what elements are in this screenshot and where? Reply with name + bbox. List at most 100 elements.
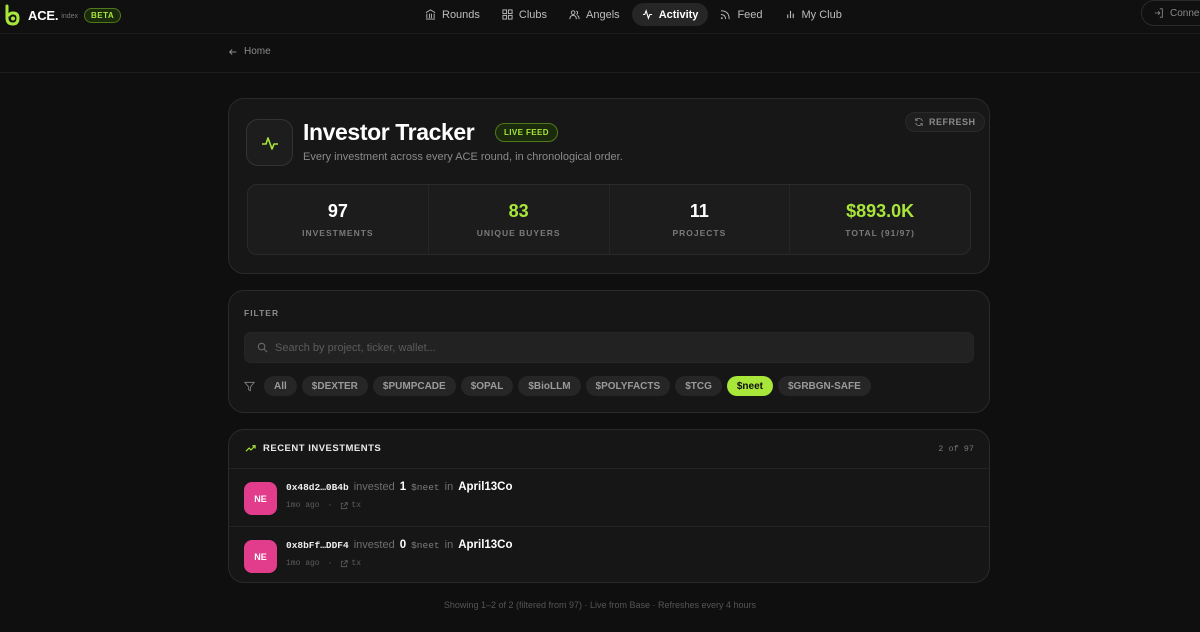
stat-label: TOTAL (91/97): [845, 228, 915, 238]
connect-button[interactable]: Connect: [1141, 0, 1200, 26]
users-icon: [569, 10, 580, 20]
stat-investments: 97 INVESTMENTS: [248, 185, 429, 254]
chip-opal[interactable]: $OPAL: [460, 376, 514, 396]
tx-label: tx: [351, 559, 362, 568]
verb-text: invested: [353, 539, 395, 551]
timestamp: 1mo ago: [286, 559, 320, 568]
recent-header: RECENT INVESTMENTS: [245, 443, 381, 454]
chip-tcg[interactable]: $TCG: [675, 376, 722, 396]
amount: 0: [399, 539, 407, 551]
wallet-link[interactable]: 0x8bFf…DDF4: [286, 540, 349, 551]
amount: 1: [399, 481, 407, 493]
refresh-label: REFRESH: [929, 117, 976, 127]
recent-investments-card: RECENT INVESTMENTS 2 of 97 NE 0x48d2…0B4…: [228, 429, 990, 583]
stat-unique-buyers: 83 UNIQUE BUYERS: [429, 185, 610, 254]
stat-value: 11: [689, 201, 709, 221]
chip-biollm[interactable]: $BioLLM: [518, 376, 581, 396]
login-icon: [1154, 8, 1163, 18]
ace-logo-icon: [4, 4, 20, 26]
investment-row: NE 0x8bFf…DDF4 invested 0 $neet in April…: [229, 526, 989, 582]
timestamp: 1mo ago: [286, 501, 320, 510]
ticker: $neet: [411, 482, 440, 493]
rss-icon: [721, 10, 731, 20]
tx-link[interactable]: tx: [340, 501, 361, 510]
brand-sub: index: [61, 13, 78, 20]
search-input[interactable]: [275, 341, 955, 354]
in-text: in: [444, 481, 454, 493]
avatar: NE: [244, 540, 277, 573]
trending-up-icon: [245, 445, 256, 452]
stat-label: PROJECTS: [672, 228, 727, 238]
filter-chips: All $DEXTER $PUMPCADE $OPAL $BioLLM $POL…: [244, 376, 871, 396]
nav-item-label: Clubs: [518, 8, 548, 21]
top-nav: ACE. index BETA Rounds Clubs Angels Acti…: [0, 0, 1200, 34]
investment-summary: 0x48d2…0B4b invested 1 $neet in April13C…: [286, 481, 513, 493]
filter-icon: [244, 381, 255, 391]
stat-projects: 11 PROJECTS: [610, 185, 791, 254]
refresh-icon: [915, 118, 923, 126]
project-link[interactable]: April13Co: [458, 539, 512, 551]
investment-meta: 1mo ago · tx: [286, 501, 361, 510]
chip-neet[interactable]: $neet: [726, 376, 773, 396]
search-icon: [257, 342, 268, 353]
chip-polyfacts[interactable]: $POLYFACTS: [585, 376, 671, 396]
brand[interactable]: ACE. index BETA: [4, 4, 122, 26]
nav-item-my-club[interactable]: My Club: [775, 3, 852, 26]
connect-label: Connect: [1170, 7, 1200, 19]
arrow-left-icon: [228, 48, 237, 55]
investor-tracker-card: Investor Tracker LIVE FEED Every investm…: [228, 98, 990, 274]
chip-pumpcade[interactable]: $PUMPCADE: [372, 376, 456, 396]
nav-links: Rounds Clubs Angels Activity Feed My Clu…: [415, 3, 852, 26]
grid-icon: [502, 9, 513, 20]
avatar: NE: [244, 482, 277, 515]
filter-title: FILTER: [244, 308, 280, 318]
separator-dot: ·: [327, 559, 333, 568]
pulse-icon: [642, 9, 652, 20]
nav-item-label: My Club: [801, 8, 842, 21]
stats-panel: 97 INVESTMENTS 83 UNIQUE BUYERS 11 PROJE…: [247, 184, 971, 255]
breadcrumb-label: Home: [244, 46, 271, 57]
recent-count: 2 of 97: [938, 444, 974, 454]
bar-chart-icon: [786, 10, 794, 19]
ticker: $neet: [411, 540, 440, 551]
tx-label: tx: [351, 501, 362, 510]
external-link-icon: [341, 501, 349, 509]
stat-label: INVESTMENTS: [302, 228, 374, 238]
breadcrumb-bar: Home: [0, 35, 1200, 73]
chip-all[interactable]: All: [264, 376, 297, 396]
nav-item-clubs[interactable]: Clubs: [492, 3, 557, 26]
nav-item-activity[interactable]: Activity: [631, 3, 709, 26]
chip-dexter[interactable]: $DEXTER: [301, 376, 368, 396]
nav-item-label: Angels: [586, 8, 620, 21]
stat-total: $893.0K TOTAL (91/97): [790, 185, 970, 254]
project-link[interactable]: April13Co: [458, 481, 512, 493]
activity-icon: [246, 119, 293, 166]
nav-item-label: Rounds: [442, 8, 480, 21]
nav-item-label: Feed: [737, 8, 763, 21]
nav-item-rounds[interactable]: Rounds: [415, 3, 490, 26]
filter-card: FILTER All $DEXTER $PUMPCADE $OPAL $BioL…: [228, 290, 990, 413]
refresh-button[interactable]: REFRESH: [905, 112, 985, 132]
stat-value: 97: [327, 201, 348, 221]
separator-dot: ·: [327, 501, 333, 510]
search-box: [244, 332, 974, 363]
nav-item-feed[interactable]: Feed: [710, 3, 772, 26]
in-text: in: [444, 539, 454, 551]
wallet-link[interactable]: 0x48d2…0B4b: [286, 482, 349, 493]
live-feed-badge: LIVE FEED: [495, 123, 558, 142]
recent-title: RECENT INVESTMENTS: [263, 443, 382, 454]
tx-link[interactable]: tx: [340, 559, 361, 568]
chip-grbgn-safe[interactable]: $GRBGN-SAFE: [777, 376, 871, 396]
bank-icon: [425, 9, 436, 20]
nav-item-angels[interactable]: Angels: [559, 3, 630, 26]
page-description: Every investment across every ACE round,…: [303, 151, 623, 163]
investment-summary: 0x8bFf…DDF4 invested 0 $neet in April13C…: [286, 539, 513, 551]
stat-value: 83: [508, 201, 529, 221]
investment-row: NE 0x48d2…0B4b invested 1 $neet in April…: [229, 468, 989, 526]
page-title: Investor Tracker: [303, 119, 475, 145]
breadcrumb[interactable]: Home: [228, 46, 271, 57]
verb-text: invested: [353, 481, 395, 493]
nav-item-label: Activity: [658, 8, 699, 21]
external-link-icon: [341, 559, 349, 567]
investment-meta: 1mo ago · tx: [286, 559, 361, 568]
